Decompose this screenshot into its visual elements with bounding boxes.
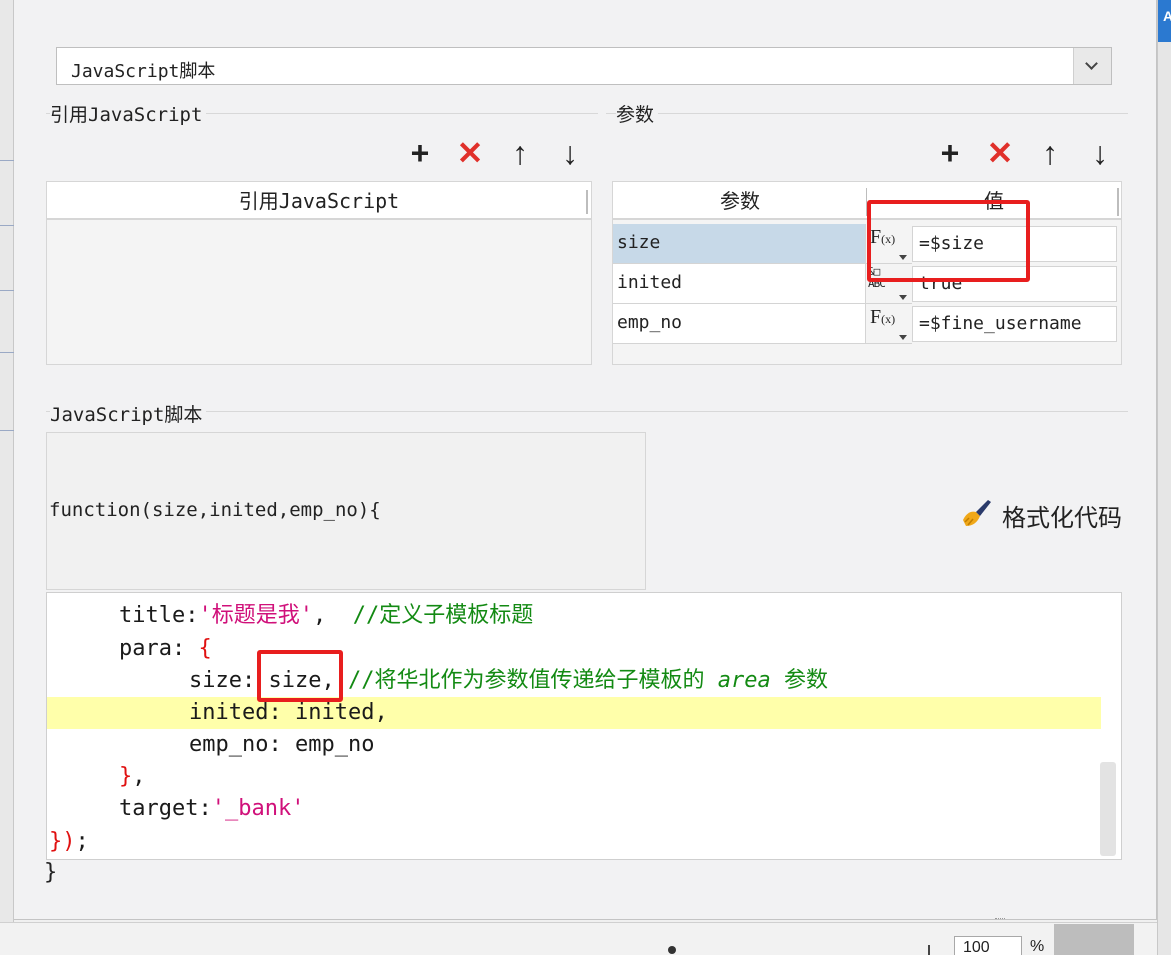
ref-js-move-down-button[interactable]: ↓ bbox=[553, 137, 587, 169]
function-signature: function(size,inited,emp_no){ bbox=[49, 499, 381, 521]
code-editor[interactable]: title:'标题是我', //定义子模板标题 para: { size: si… bbox=[46, 592, 1122, 860]
zoom-slider-handle[interactable] bbox=[668, 946, 676, 954]
formula-icon[interactable]: F(x) bbox=[866, 304, 912, 344]
param-name-cell[interactable]: inited bbox=[613, 264, 866, 304]
param-value-cell[interactable]: =$fine_username bbox=[912, 306, 1117, 342]
ref-js-delete-button[interactable]: ✕ bbox=[453, 137, 487, 169]
background-tab[interactable]: A bbox=[1158, 0, 1171, 42]
annotation-highlight-box bbox=[867, 200, 1030, 282]
column-separator bbox=[1117, 188, 1119, 216]
ref-js-group-title: 引用JavaScript bbox=[50, 100, 207, 127]
ref-js-add-button[interactable]: + bbox=[403, 137, 437, 169]
background-right-panel: A bbox=[1157, 0, 1171, 955]
param-move-up-button[interactable]: ↑ bbox=[1033, 137, 1067, 169]
zoom-unit: % bbox=[1030, 938, 1045, 955]
params-group-title: 参数 bbox=[616, 100, 659, 127]
param-delete-button[interactable]: ✕ bbox=[983, 137, 1017, 169]
param-row[interactable]: emp_no F(x) =$fine_username bbox=[613, 304, 1121, 344]
code-line: }); bbox=[49, 829, 89, 854]
format-code-label: 格式化代码 bbox=[1002, 504, 1122, 532]
function-closing-brace: } bbox=[44, 860, 58, 885]
script-group-title: JavaScript脚本 bbox=[50, 400, 207, 427]
ref-js-list[interactable]: 引用JavaScript bbox=[46, 181, 592, 365]
code-line: emp_no: emp_no bbox=[189, 732, 375, 757]
code-line: }, bbox=[119, 764, 146, 789]
ref-js-column-header[interactable]: 引用JavaScript bbox=[47, 182, 591, 220]
param-name-cell[interactable]: size bbox=[613, 224, 866, 264]
column-separator bbox=[586, 190, 588, 214]
code-line: title:'标题是我', //定义子模板标题 bbox=[119, 603, 534, 628]
zoom-slider-tick bbox=[928, 945, 930, 955]
script-type-value: JavaScript脚本 bbox=[71, 61, 216, 82]
param-name-cell[interactable]: emp_no bbox=[613, 304, 866, 344]
param-move-down-button[interactable]: ↓ bbox=[1083, 137, 1117, 169]
param-add-button[interactable]: + bbox=[933, 137, 967, 169]
broom-icon bbox=[963, 500, 991, 526]
ref-js-move-up-button[interactable]: ↑ bbox=[503, 137, 537, 169]
script-signature-area: function(size,inited,emp_no){ bbox=[46, 432, 646, 590]
editor-scrollbar-thumb[interactable] bbox=[1100, 762, 1116, 856]
group-divider bbox=[46, 411, 1128, 412]
group-divider bbox=[606, 113, 1128, 114]
chevron-down-icon[interactable] bbox=[1073, 48, 1111, 84]
background-left-panel bbox=[0, 0, 14, 955]
script-type-select[interactable]: JavaScript脚本 bbox=[56, 47, 1112, 85]
status-bar-gray-area bbox=[1054, 924, 1134, 955]
code-line-active: inited: inited, bbox=[47, 697, 1101, 729]
zoom-input[interactable]: 100 bbox=[954, 936, 1022, 955]
code-line: target:'_bank' bbox=[119, 796, 305, 821]
params-header-name[interactable]: 参数 bbox=[613, 182, 867, 220]
annotation-highlight-box bbox=[257, 650, 343, 702]
resize-grip[interactable] bbox=[995, 918, 1005, 924]
